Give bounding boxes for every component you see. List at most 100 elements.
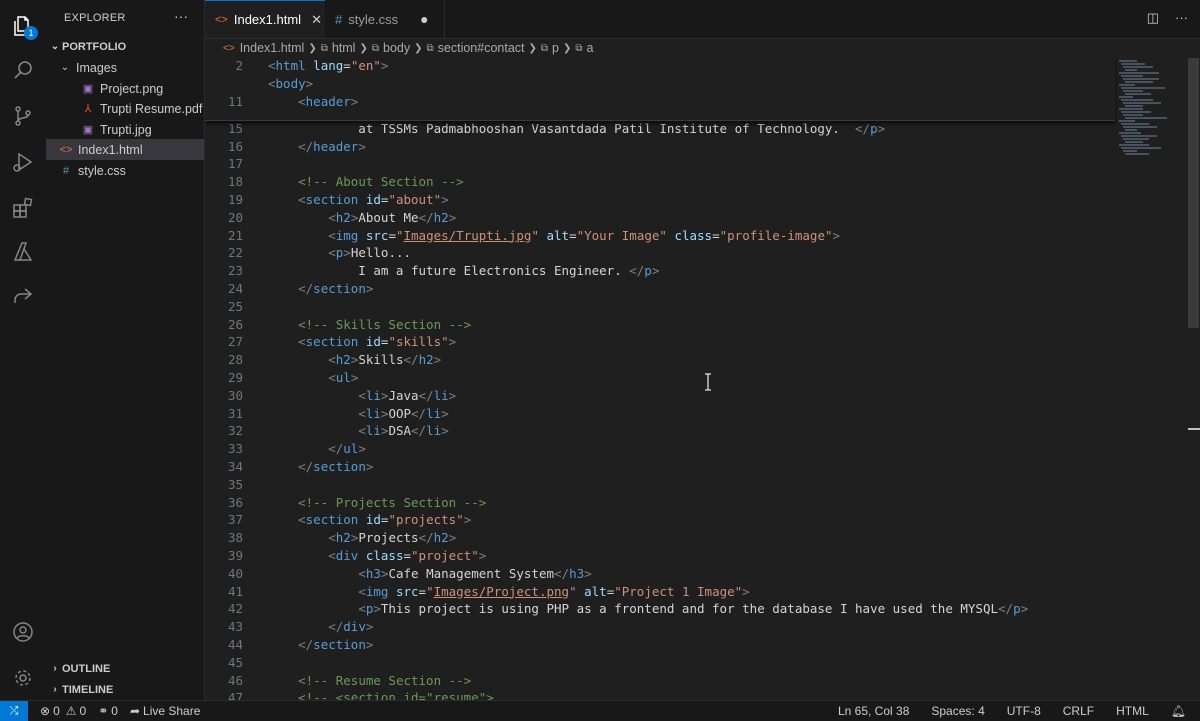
code-line[interactable]: 28 <h2>Skills</h2> bbox=[205, 351, 1115, 369]
vertical-scrollbar[interactable] bbox=[1187, 58, 1200, 700]
code-line[interactable]: 15 at TSSMs Padmabhooshan Vasantdada Pat… bbox=[205, 120, 1115, 138]
ports-status[interactable]: ⚭ 0 bbox=[98, 704, 118, 718]
outline-section[interactable]: › OUTLINE bbox=[46, 658, 204, 679]
run-debug-icon[interactable] bbox=[0, 142, 46, 182]
tab-style-css[interactable]: # style.css ● bbox=[325, 0, 445, 38]
code-line[interactable]: 20 <h2>About Me</h2> bbox=[205, 209, 1115, 227]
breadcrumb-body[interactable]: ⧉ body bbox=[372, 41, 410, 55]
code-token: h2 bbox=[335, 209, 351, 225]
timeline-section[interactable]: › TIMELINE bbox=[46, 679, 204, 700]
code-line[interactable]: 25 bbox=[205, 298, 1115, 316]
breadcrumb-p[interactable]: ⧉ p bbox=[541, 41, 559, 55]
code-line[interactable]: 44 </section> bbox=[205, 636, 1115, 654]
line-number: 15 bbox=[227, 120, 243, 136]
code-token: > bbox=[478, 548, 487, 563]
tab-index1-html[interactable]: <> Index1.html ✕ bbox=[205, 0, 325, 38]
code-token: h2 bbox=[418, 352, 434, 368]
code-line[interactable]: 11 <header> bbox=[205, 93, 1115, 111]
line-number: 20 bbox=[227, 209, 243, 225]
code-line[interactable]: 39 <div class="project"> bbox=[205, 547, 1115, 565]
indentation[interactable]: Spaces: 4 bbox=[931, 704, 984, 718]
remote-icon[interactable]: ⤮ bbox=[0, 701, 28, 721]
breadcrumb-file[interactable]: <> Index1.html bbox=[223, 41, 304, 55]
code-line[interactable]: 24 </section> bbox=[205, 280, 1115, 298]
tree-item-style-css[interactable]: # style.css bbox=[46, 160, 204, 181]
code-token: "about" bbox=[388, 192, 442, 207]
code-line[interactable]: 46 <!-- Resume Section --> bbox=[205, 672, 1115, 690]
extensions-icon[interactable] bbox=[0, 188, 46, 228]
code-line[interactable]: 29 <ul> bbox=[205, 369, 1115, 387]
encoding[interactable]: UTF-8 bbox=[1007, 704, 1041, 718]
code-line[interactable]: 33 </ul> bbox=[205, 440, 1115, 458]
code-token: </ bbox=[328, 441, 344, 457]
code-token: li bbox=[365, 423, 381, 439]
code-line[interactable]: 35 bbox=[205, 476, 1115, 494]
tree-item-images[interactable]: ⌄ Images bbox=[46, 57, 204, 78]
code-line[interactable]: 27 <section id="skills"> bbox=[205, 333, 1115, 351]
code-line[interactable]: 30 <li>Java</li> bbox=[205, 387, 1115, 405]
code-line[interactable]: 26 <!-- Skills Section --> bbox=[205, 316, 1115, 334]
problems-status[interactable]: ⊗ 0 ⚠ 0 bbox=[40, 704, 86, 718]
code-line[interactable]: 36 <!-- Projects Section --> bbox=[205, 494, 1115, 512]
code-line[interactable]: <body> bbox=[205, 75, 1115, 93]
more-actions-icon[interactable]: ··· bbox=[174, 8, 188, 24]
code-line[interactable]: 42 <p>This project is using PHP as a fro… bbox=[205, 600, 1115, 618]
code-line[interactable]: 16 </header> bbox=[205, 138, 1115, 156]
tree-item-resume-pdf[interactable]: ⅄ Trupti Resume.pdf bbox=[46, 98, 204, 119]
tree-item-project-png[interactable]: ▣ Project.png bbox=[46, 78, 204, 99]
code-text: </div> bbox=[268, 618, 373, 636]
account-icon[interactable] bbox=[0, 612, 46, 652]
code-line[interactable]: 47 <!-- <section id="resume"> bbox=[205, 689, 1115, 700]
line-number: 46 bbox=[227, 672, 243, 688]
code-line[interactable]: 32 <li>DSA</li> bbox=[205, 422, 1115, 440]
scrollbar-thumb[interactable] bbox=[1188, 58, 1199, 328]
minimap[interactable] bbox=[1115, 58, 1187, 158]
code-token: " bbox=[395, 227, 404, 243]
breadcrumb-section[interactable]: ⧉ section#contact bbox=[427, 41, 525, 55]
code-line[interactable]: 37 <section id="projects"> bbox=[205, 511, 1115, 529]
sticky-scroll-header[interactable]: 2 <html lang="en"> <body> 11 <header> bbox=[205, 58, 1115, 121]
language-mode[interactable]: HTML bbox=[1116, 704, 1149, 718]
code-line[interactable]: 17 bbox=[205, 155, 1115, 173]
code-token: " bbox=[569, 583, 577, 599]
code-line[interactable]: 45 bbox=[205, 654, 1115, 672]
code-line[interactable]: 2 <html lang="en"> bbox=[205, 58, 1115, 75]
code-line[interactable]: 43 </div> bbox=[205, 618, 1115, 636]
code-line[interactable]: 22 <p>Hello... bbox=[205, 244, 1115, 262]
cursor-position[interactable]: Ln 65, Col 38 bbox=[838, 704, 909, 718]
settings-gear-icon[interactable] bbox=[0, 658, 46, 698]
unsaved-dot-icon[interactable]: ● bbox=[420, 11, 428, 27]
tree-item-trupti-jpg[interactable]: ▣ Trupti.jpg bbox=[46, 119, 204, 140]
more-actions-icon[interactable]: ··· bbox=[1175, 10, 1188, 26]
code-line[interactable]: 23 I am a future Electronics Engineer. <… bbox=[205, 262, 1115, 280]
code-token: section bbox=[305, 334, 366, 350]
line-endings[interactable]: CRLF bbox=[1063, 704, 1094, 718]
code-line[interactable]: 19 <section id="about"> bbox=[205, 191, 1115, 209]
explorer-icon[interactable]: 1 bbox=[0, 6, 46, 46]
text-cursor-icon bbox=[705, 373, 711, 391]
code-line[interactable]: 21 <img src="Images/Trupti.jpg" alt="You… bbox=[205, 227, 1115, 245]
code-line[interactable]: 38 <h2>Projects</h2> bbox=[205, 529, 1115, 547]
search-icon[interactable] bbox=[0, 50, 46, 90]
live-share-icon[interactable] bbox=[0, 276, 46, 316]
code-token: Images/Project.png bbox=[433, 583, 570, 599]
split-editor-icon[interactable]: ◫ bbox=[1147, 10, 1159, 26]
code-line[interactable]: 41 <img src="Images/Project.png" alt="Pr… bbox=[205, 583, 1115, 601]
code-line[interactable]: 18 <!-- About Section --> bbox=[205, 173, 1115, 191]
code-text: <body> bbox=[268, 75, 313, 93]
code-line[interactable]: 34 </section> bbox=[205, 458, 1115, 476]
azure-icon[interactable] bbox=[0, 232, 46, 272]
project-folder[interactable]: ⌄ PORTFOLIO bbox=[46, 36, 204, 57]
source-control-icon[interactable] bbox=[0, 96, 46, 136]
live-share-status[interactable]: ➦ Live Share bbox=[130, 704, 200, 718]
breadcrumb-a[interactable]: ⧉ a bbox=[575, 41, 593, 55]
breadcrumb-html[interactable]: ⧉ html bbox=[321, 41, 356, 55]
code-line[interactable]: 40 <h3>Cafe Management System</h3> bbox=[205, 565, 1115, 583]
notifications-bell-icon[interactable]: 🔔︎ bbox=[1171, 704, 1186, 718]
code-token: > bbox=[365, 637, 374, 652]
code-line[interactable]: 31 <li>OOP</li> bbox=[205, 405, 1115, 423]
tree-item-index1-html[interactable]: <> Index1.html bbox=[46, 139, 204, 160]
close-icon[interactable]: ✕ bbox=[311, 12, 322, 28]
